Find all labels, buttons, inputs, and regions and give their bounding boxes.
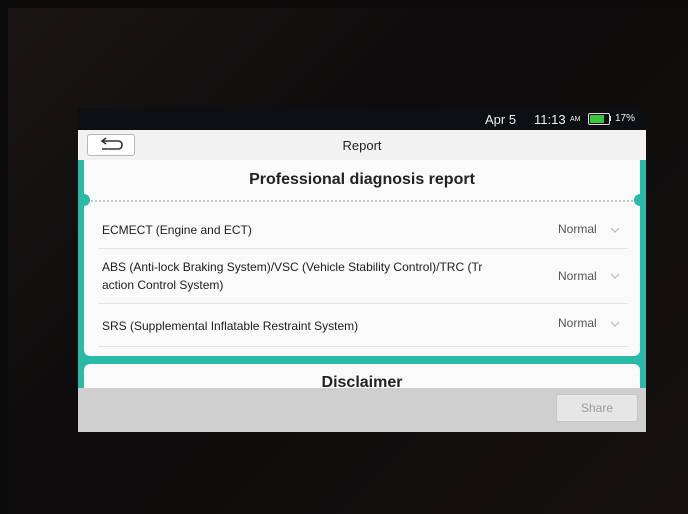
battery-percent: 17% xyxy=(615,113,636,124)
row-label-line2: action Control System) xyxy=(102,278,224,292)
share-button[interactable]: Share xyxy=(556,394,638,422)
chevron-down-icon xyxy=(610,321,620,327)
dotted-divider xyxy=(84,200,640,202)
bottom-bar: Share xyxy=(78,388,646,432)
card-notch-right xyxy=(634,194,646,206)
app-bar: Report xyxy=(78,130,646,161)
status-bar: Apr 5 11:13 AM 17% xyxy=(78,108,646,130)
row-status: Normal xyxy=(558,269,597,283)
report-content[interactable]: Professional diagnosis report ECMECT (En… xyxy=(78,160,646,404)
chevron-down-icon xyxy=(610,273,620,279)
battery-icon xyxy=(588,113,610,125)
battery-tip xyxy=(609,116,611,121)
row-label: SRS (Supplemental Inflatable Restraint S… xyxy=(102,319,359,333)
chevron-down-icon xyxy=(610,227,620,233)
system-row-ecmect[interactable]: ECMECT (Engine and ECT) Normal xyxy=(98,208,628,249)
row-status: Normal xyxy=(558,316,597,330)
card-notch-left xyxy=(78,194,90,206)
page-title: Report xyxy=(342,138,382,153)
status-date: Apr 5 xyxy=(485,112,517,127)
row-label: ECMECT (Engine and ECT) xyxy=(102,223,252,237)
row-label-line1: ABS (Anti-lock Braking System)/VSC (Vehi… xyxy=(102,260,483,274)
report-card: Professional diagnosis report ECMECT (En… xyxy=(78,160,646,356)
status-ampm: AM xyxy=(570,116,581,123)
device-screen: Apr 5 11:13 AM 17% Report Professional d… xyxy=(78,108,646,432)
status-time: 11:13 xyxy=(534,112,566,127)
report-title: Professional diagnosis report xyxy=(249,171,475,188)
system-row-srs[interactable]: SRS (Supplemental Inflatable Restraint S… xyxy=(98,304,628,347)
system-row-abs[interactable]: ABS (Anti-lock Braking System)/VSC (Vehi… xyxy=(98,249,628,304)
row-status: Normal xyxy=(558,222,597,236)
